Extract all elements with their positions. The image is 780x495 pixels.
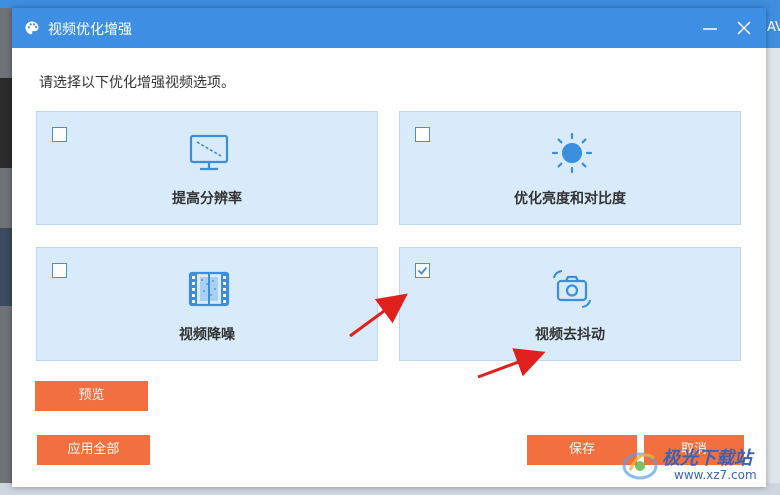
stabilize-camera-icon [553,270,591,308]
brightness-label: 优化亮度和对比度 [514,191,626,207]
close-button[interactable] [732,16,756,40]
palette-icon [25,21,39,35]
denoise-checkbox[interactable] [52,263,67,278]
background-app-panel [766,0,780,495]
resolution-checkbox[interactable] [52,127,67,142]
stabilize-label: 视频去抖动 [535,327,605,343]
monitor-icon [189,134,229,171]
apply-all-button[interactable]: 应用全部 [37,435,150,465]
stabilize-checkbox[interactable] [415,263,430,278]
option-card-stabilize[interactable]: 视频去抖动 [399,247,741,361]
minimize-button[interactable] [698,16,722,40]
preview-button[interactable]: 预览 [35,381,148,411]
video-enhance-dialog: 视频优化增强 请选择以下优化增强视频选项。 提高分辨率 优化亮度和对比度 视频降… [12,8,766,487]
dialog-titlebar: 视频优化增强 [12,8,766,48]
background-app-text: AV [767,20,780,35]
background-thumbnail [0,228,12,306]
option-card-resolution[interactable]: 提高分辨率 [36,111,378,225]
background-app-topbar [0,0,780,8]
watermark-url: www.xz7.com [674,468,757,482]
watermark-logo-icon [622,452,658,480]
dialog-title: 视频优化增强 [48,22,132,38]
resolution-label: 提高分辨率 [172,191,242,207]
watermark-brand: 极光下载站 [662,448,752,469]
denoise-label: 视频降噪 [179,327,235,343]
option-card-brightness[interactable]: 优化亮度和对比度 [399,111,741,225]
brightness-checkbox[interactable] [415,127,430,142]
option-card-denoise[interactable]: 视频降噪 [36,247,378,361]
film-icon [188,271,230,307]
brightness-icon [551,132,593,174]
checkmark-icon [417,266,428,275]
dialog-instruction: 请选择以下优化增强视频选项。 [39,75,235,91]
background-thumbnail [0,78,12,168]
site-watermark: 极光下载站 www.xz7.com [618,440,778,488]
